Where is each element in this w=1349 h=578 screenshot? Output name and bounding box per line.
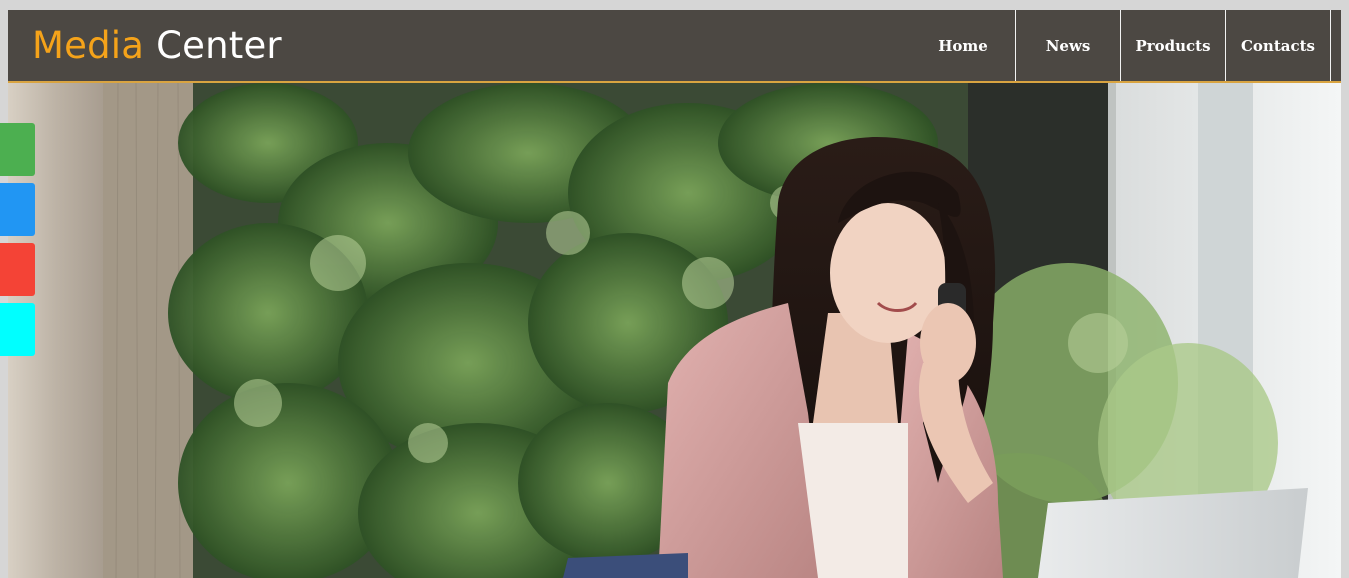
- main-nav: Home News Products Contacts: [911, 10, 1341, 81]
- site-logo[interactable]: Media Center: [32, 23, 282, 69]
- side-tab-red[interactable]: [0, 243, 35, 296]
- nav-item-news[interactable]: News: [1016, 10, 1121, 81]
- side-tab-cyan[interactable]: [0, 303, 35, 356]
- nav-item-contacts[interactable]: Contacts: [1226, 10, 1331, 81]
- nav-item-products[interactable]: Products: [1121, 10, 1226, 81]
- site-header: Media Center Home News Products Contacts: [8, 10, 1341, 83]
- hero-photo-woman-on-phone: [8, 83, 1341, 578]
- page-frame: Media Center Home News Products Contacts: [8, 10, 1341, 578]
- side-tab-green[interactable]: [0, 123, 35, 176]
- side-tab-blue[interactable]: [0, 183, 35, 236]
- laptop: [1038, 488, 1308, 578]
- logo-word-media: Media: [32, 24, 145, 67]
- hero-banner: [8, 83, 1341, 578]
- nav-item-home[interactable]: Home: [911, 10, 1016, 81]
- logo-word-center: Center: [156, 24, 282, 67]
